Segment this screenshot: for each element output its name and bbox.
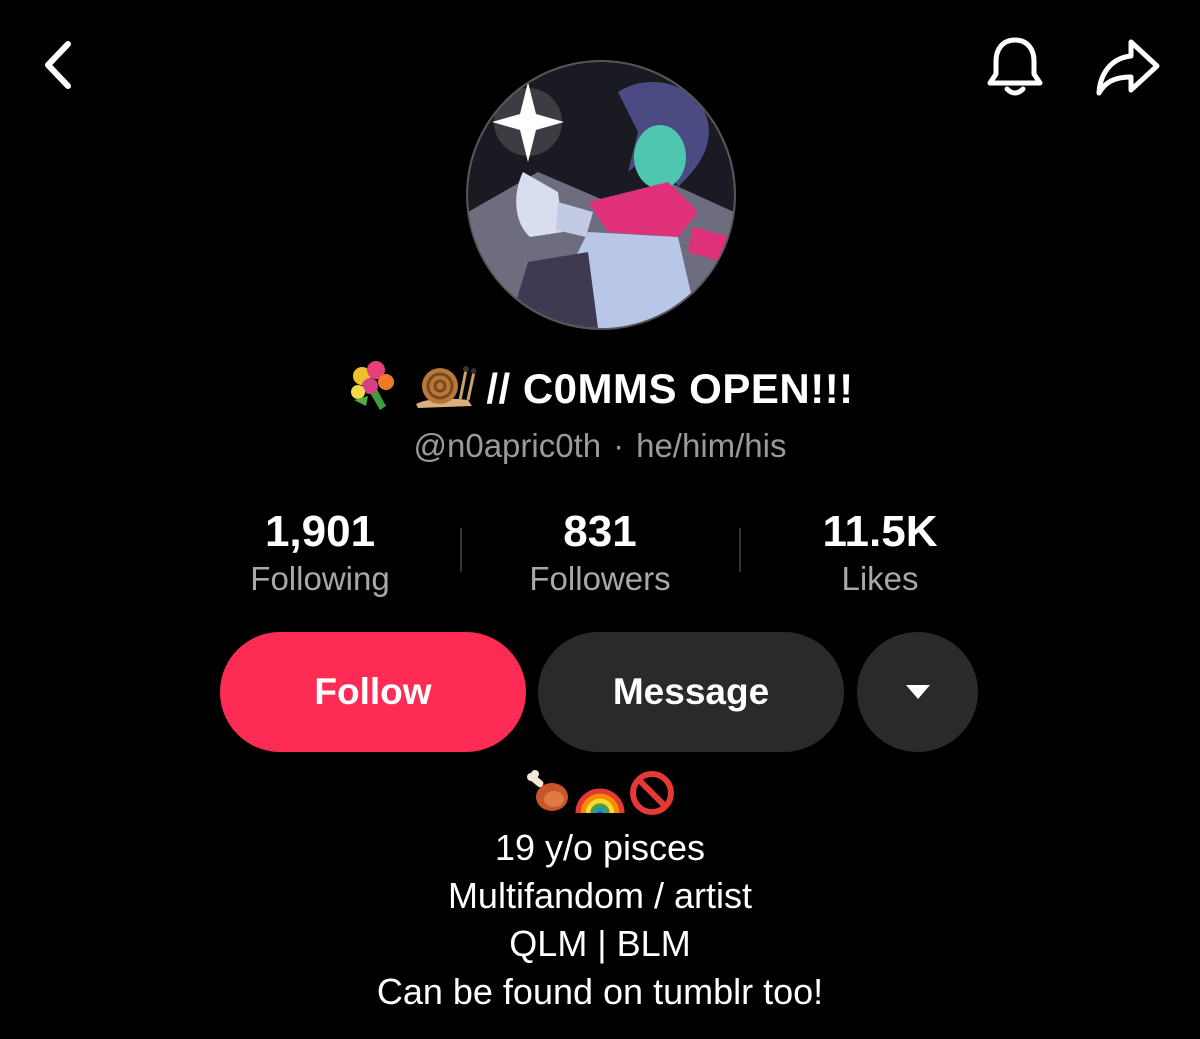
bio-line: QLM | BLM [509,923,691,964]
bio: 19 y/o pisces Multifandom / artist QLM |… [0,770,1200,1016]
likes-count: 11.5K [822,507,938,556]
stat-following[interactable]: 1,901 Following [180,505,460,605]
share-icon [1096,39,1160,96]
followers-count: 831 [563,507,637,556]
bio-line: Multifandom / artist [447,875,753,916]
likes-label: Likes [841,560,919,597]
chevron-left-icon [45,41,71,89]
rainbow-emoji [574,769,626,829]
stat-divider [460,528,462,572]
display-name-text: // C0MMS OPEN!!! [486,365,854,412]
message-button[interactable]: Message [538,632,844,752]
following-count: 1,901 [264,507,376,556]
stat-followers[interactable]: 831 Followers [460,505,740,605]
more-options-button[interactable] [857,632,978,752]
username: @n0apric0th [413,427,602,464]
avatar-artwork [468,62,734,328]
bell-icon [987,37,1043,96]
stat-likes[interactable]: 11.5K Likes [740,505,1020,605]
follow-button[interactable]: Follow [220,632,526,752]
back-button[interactable] [28,30,88,100]
handle-row: @n0apric0th · he/him/his [0,424,1200,468]
display-name: // C0MMS OPEN!!! [0,360,1200,418]
bio-line: Can be found on tumblr too! [376,971,824,1012]
profile-stats: 1,901 Following 831 Followers 11.5K Like… [180,505,1020,605]
notification-bell-button[interactable] [980,32,1050,102]
meat-on-bone-emoji [524,769,572,829]
bouquet-emoji [346,356,402,422]
share-button[interactable] [1090,32,1166,102]
stat-divider [739,528,741,572]
snail-emoji [412,356,478,422]
bio-line: 19 y/o pisces [494,827,706,868]
following-label: Following [250,560,390,597]
avatar[interactable] [466,60,736,330]
prohibited-emoji [628,769,676,829]
caret-down-icon [905,685,930,699]
followers-label: Followers [529,560,671,597]
bio-emoji-row [0,770,1200,824]
pronouns: he/him/his [636,427,787,464]
separator-dot: · [613,427,625,464]
